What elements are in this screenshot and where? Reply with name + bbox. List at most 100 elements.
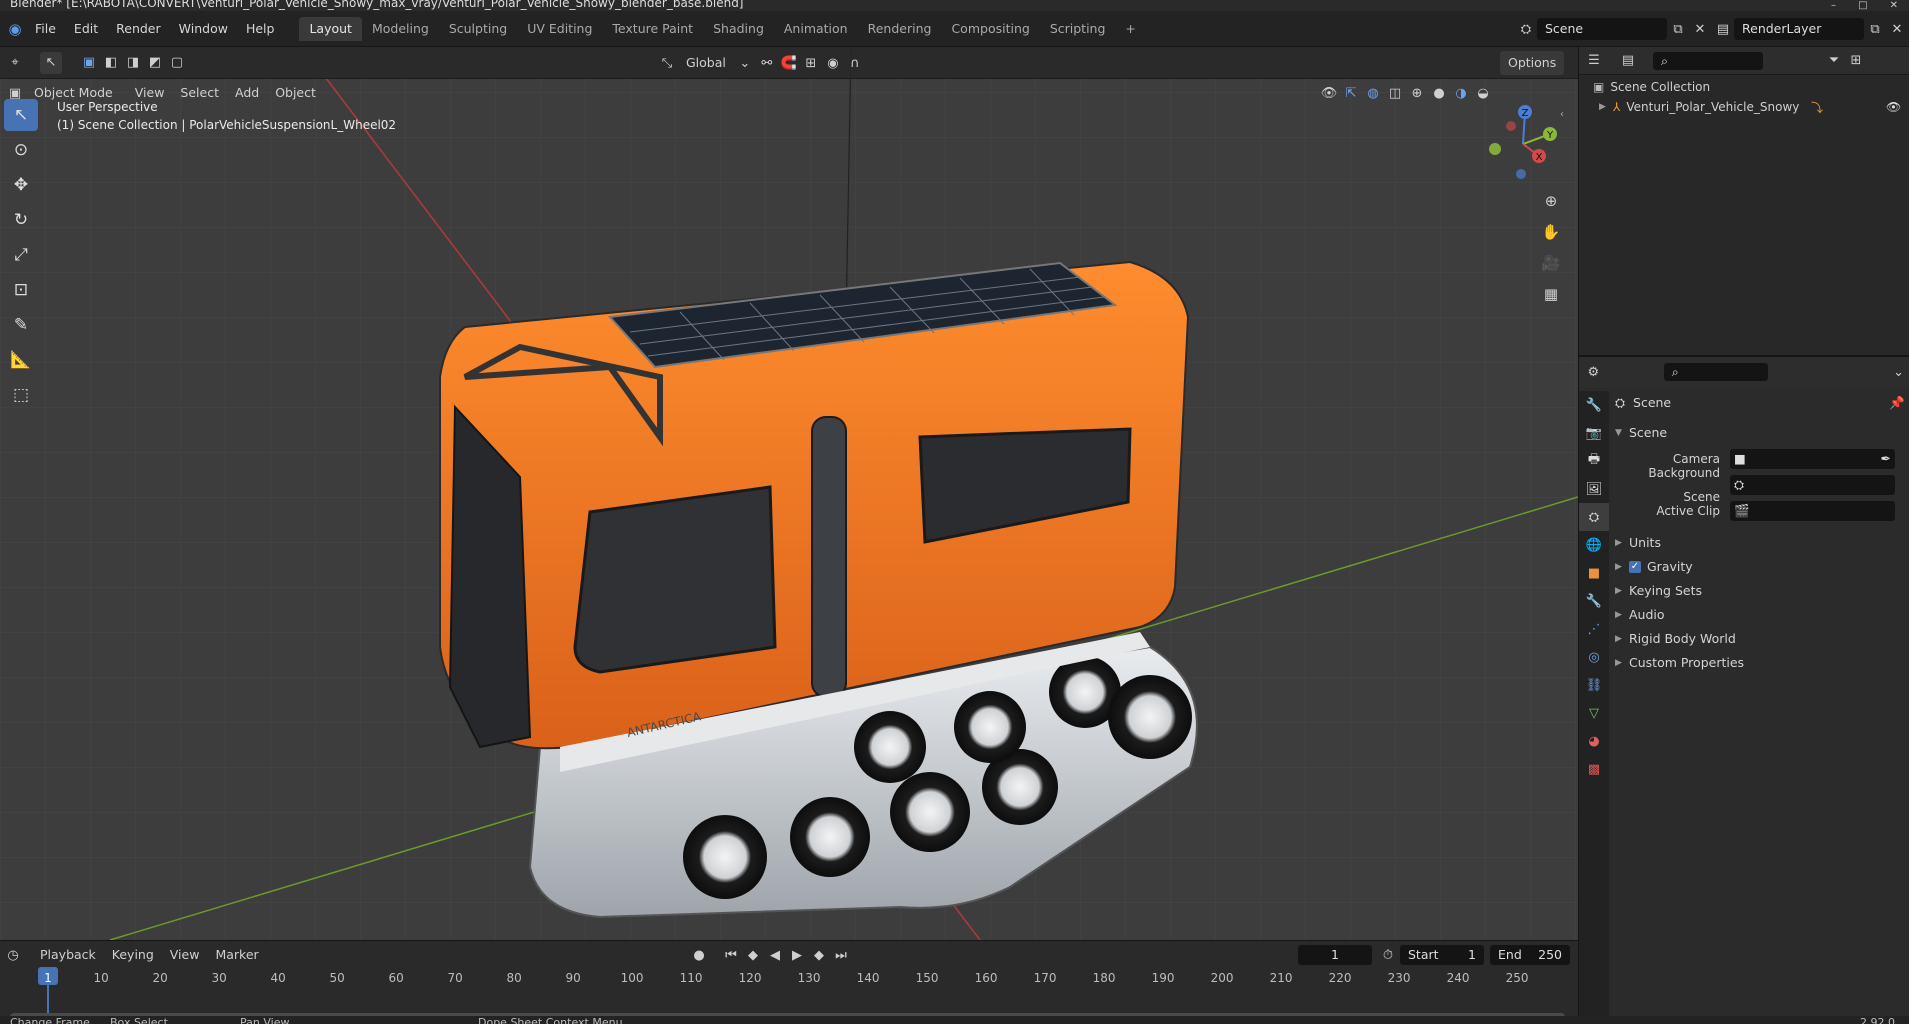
eyedropper-icon[interactable]: ✒ bbox=[1881, 449, 1891, 469]
proportional-edit-icon[interactable]: ◉ bbox=[822, 52, 844, 74]
options-button[interactable]: Options bbox=[1500, 51, 1565, 75]
prev-keyframe-icon[interactable]: ◆ bbox=[742, 944, 764, 966]
object-tab-icon[interactable]: ■ bbox=[1579, 559, 1609, 587]
copy-scene-icon[interactable]: ⧉ bbox=[1667, 18, 1689, 40]
gravity-checkbox[interactable]: ✓ bbox=[1629, 561, 1641, 573]
menu-keying[interactable]: Keying bbox=[104, 943, 162, 967]
physics-tab-icon[interactable]: ◎ bbox=[1579, 643, 1609, 671]
panel-custom-properties[interactable]: ▶ Custom Properties bbox=[1615, 651, 1905, 675]
menu-playback[interactable]: Playback bbox=[32, 943, 104, 967]
panel-keying-sets[interactable]: ▶ Keying Sets bbox=[1615, 579, 1905, 603]
visibility-icon[interactable]: 👁 bbox=[1318, 82, 1340, 104]
menu-timeline-view[interactable]: View bbox=[162, 943, 208, 967]
overlay-toggle-icon[interactable]: ◍ bbox=[1362, 82, 1384, 104]
rotate-tool-icon[interactable]: ↻ bbox=[4, 204, 38, 236]
select-mode-extend-icon[interactable]: ◧ bbox=[100, 52, 122, 74]
blender-logo-icon[interactable]: ◉ bbox=[4, 18, 26, 40]
new-collection-icon[interactable]: ⊞ bbox=[1845, 50, 1867, 72]
outliner-item[interactable]: ▶ ⅄ Venturi_Polar_Vehicle_Snowy ⤵ 👁 bbox=[1579, 97, 1909, 117]
ortho-grid-icon[interactable]: ▦ bbox=[1537, 280, 1565, 308]
menu-file[interactable]: File bbox=[26, 11, 65, 47]
material-shading-icon[interactable]: ◑ bbox=[1450, 82, 1472, 104]
play-reverse-icon[interactable]: ◀ bbox=[764, 944, 786, 966]
record-icon[interactable]: ● bbox=[688, 944, 710, 966]
outliner-search-input[interactable]: ⌕ bbox=[1653, 51, 1763, 70]
polar-vehicle[interactable]: ANTARCTICA bbox=[439, 260, 1198, 919]
expand-arrow-icon[interactable]: ▶ bbox=[1615, 603, 1629, 627]
panel-audio[interactable]: ▶ Audio bbox=[1615, 603, 1905, 627]
tab-modeling[interactable]: Modeling bbox=[362, 17, 439, 41]
tab-texture-paint[interactable]: Texture Paint bbox=[602, 17, 703, 41]
modifier-tab-icon[interactable]: 🔧 bbox=[1579, 587, 1609, 615]
editor-type-icon[interactable]: ⌖ bbox=[4, 52, 26, 74]
menu-add[interactable]: Add bbox=[227, 81, 267, 105]
menu-select[interactable]: Select bbox=[172, 81, 227, 105]
move-tool-icon[interactable]: ✥ bbox=[4, 169, 38, 201]
scene-section-header[interactable]: ▼ Scene bbox=[1615, 421, 1905, 445]
menu-help[interactable]: Help bbox=[237, 11, 284, 47]
copy-view-layer-icon[interactable]: ⧉ bbox=[1864, 18, 1886, 40]
annotate-tool-icon[interactable]: ✎ bbox=[4, 309, 38, 341]
expand-arrow-icon[interactable]: ▶ bbox=[1615, 627, 1629, 651]
camera-view-icon[interactable]: 🎥 bbox=[1537, 249, 1565, 277]
maximize-icon[interactable]: □ bbox=[1858, 0, 1867, 11]
remove-view-layer-icon[interactable]: ✕ bbox=[1886, 18, 1908, 40]
chevron-down-icon[interactable]: ⌄ bbox=[734, 52, 756, 74]
eye-icon[interactable]: 👁 bbox=[1886, 100, 1901, 114]
sidebar-toggle-icon[interactable]: ‹ bbox=[1560, 109, 1564, 120]
children-icon[interactable]: ⤵ bbox=[1811, 99, 1823, 116]
particles-tab-icon[interactable]: ⋰ bbox=[1579, 615, 1609, 643]
zoom-icon[interactable]: ⊕ bbox=[1537, 187, 1565, 215]
material-tab-icon[interactable]: ◕ bbox=[1579, 727, 1609, 755]
tool-tab-icon[interactable]: 🔧 bbox=[1579, 391, 1609, 419]
expand-arrow-icon[interactable]: ▶ bbox=[1615, 531, 1629, 555]
chevron-down-icon[interactable]: ⌄ bbox=[1888, 361, 1909, 383]
expand-arrow-icon[interactable]: ▶ bbox=[1599, 102, 1613, 112]
camera-field[interactable]: ■ ✒ bbox=[1730, 449, 1895, 469]
close-icon[interactable]: ✕ bbox=[1890, 0, 1898, 11]
cursor-tool-icon[interactable]: ⊙ bbox=[4, 134, 38, 166]
menu-edit[interactable]: Edit bbox=[65, 11, 107, 47]
pan-hand-icon[interactable]: ✋ bbox=[1537, 218, 1565, 246]
menu-render[interactable]: Render bbox=[107, 11, 170, 47]
texture-tab-icon[interactable]: ▩ bbox=[1579, 755, 1609, 783]
menu-window[interactable]: Window bbox=[170, 11, 237, 47]
play-icon[interactable]: ▶ bbox=[786, 944, 808, 966]
xray-icon[interactable]: ◫ bbox=[1384, 82, 1406, 104]
render-tab-icon[interactable]: 📷 bbox=[1579, 419, 1609, 447]
remove-scene-icon[interactable]: ✕ bbox=[1689, 18, 1711, 40]
outliner-root-row[interactable]: ▣ Scene Collection bbox=[1579, 77, 1909, 97]
add-workspace-icon[interactable]: + bbox=[1115, 17, 1145, 41]
3d-viewport[interactable]: ANTARCTICA ⌖ ↖ ▣ ◧ ◨ ◩ ▢ ⤡ Global ⌄ ⚯ 🧲 … bbox=[0, 47, 1578, 940]
panel-rigid-body-world[interactable]: ▶ Rigid Body World bbox=[1615, 627, 1905, 651]
orientation-icon[interactable]: ⤡ bbox=[656, 52, 678, 74]
select-mode-invert-icon[interactable]: ◩ bbox=[144, 52, 166, 74]
stopwatch-icon[interactable]: ⏱ bbox=[1377, 944, 1399, 966]
snap-icon[interactable]: 🧲 bbox=[778, 52, 800, 74]
solid-shading-icon[interactable]: ● bbox=[1428, 82, 1450, 104]
view-layer-field[interactable]: RenderLayer bbox=[1734, 18, 1864, 40]
select-mode-intersect-icon[interactable]: ▢ bbox=[166, 52, 188, 74]
panel-units[interactable]: ▶ Units bbox=[1615, 531, 1905, 555]
falloff-icon[interactable]: ∩ bbox=[844, 52, 866, 74]
transform-orientation-dropdown[interactable]: Global bbox=[678, 51, 734, 75]
pivot-icon[interactable]: ⚯ bbox=[756, 52, 778, 74]
navigation-gizmo[interactable]: Z Y X bbox=[1480, 102, 1560, 182]
snap-target-icon[interactable]: ⊞ bbox=[800, 52, 822, 74]
jump-end-icon[interactable]: ⏭ bbox=[830, 944, 852, 966]
tab-shading[interactable]: Shading bbox=[703, 17, 774, 41]
end-frame-field[interactable]: End 250 bbox=[1490, 945, 1570, 965]
tab-sculpting[interactable]: Sculpting bbox=[439, 17, 517, 41]
start-frame-field[interactable]: Start 1 bbox=[1400, 945, 1484, 965]
select-box-tool-icon[interactable]: ↖ bbox=[4, 99, 38, 131]
select-mode-subtract-icon[interactable]: ◨ bbox=[122, 52, 144, 74]
scene-icon[interactable]: ⛭ bbox=[1515, 18, 1537, 40]
pin-icon[interactable]: 📌 bbox=[1889, 391, 1905, 415]
tab-uv-editing[interactable]: UV Editing bbox=[517, 17, 602, 41]
view-layer-tab-icon[interactable]: 🖼 bbox=[1579, 475, 1609, 503]
next-keyframe-icon[interactable]: ◆ bbox=[808, 944, 830, 966]
active-clip-field[interactable]: 🎬 bbox=[1730, 501, 1895, 521]
filter-icon[interactable]: ⏷ bbox=[1823, 50, 1845, 72]
select-tool-icon[interactable]: ↖ bbox=[40, 51, 62, 74]
wireframe-shading-icon[interactable]: ⊕ bbox=[1406, 82, 1428, 104]
